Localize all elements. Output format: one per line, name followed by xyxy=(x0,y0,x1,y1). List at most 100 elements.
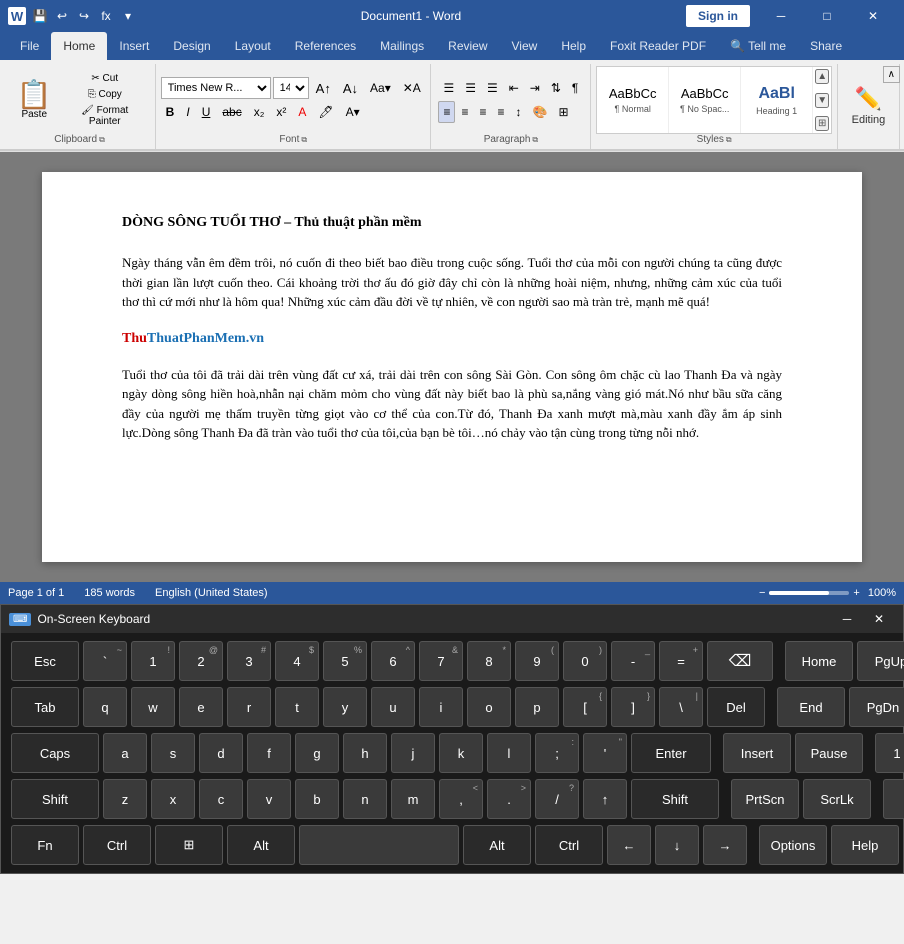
key-a[interactable]: a xyxy=(103,733,147,773)
key-equals[interactable]: += xyxy=(659,641,703,681)
paragraph-dialog-icon[interactable]: ⧉ xyxy=(532,135,538,145)
key-esc[interactable]: Esc xyxy=(11,641,79,681)
key-0[interactable]: )0 xyxy=(563,641,607,681)
signin-button[interactable]: Sign in xyxy=(686,5,750,27)
key-backspace[interactable]: ⌫ xyxy=(707,641,773,681)
key-k[interactable]: k xyxy=(439,733,483,773)
key-8[interactable]: *8 xyxy=(467,641,511,681)
key-b[interactable]: b xyxy=(295,779,339,819)
key-9[interactable]: (9 xyxy=(515,641,559,681)
undo-button[interactable]: ↩ xyxy=(54,8,70,24)
key-pgdn[interactable]: PgDn xyxy=(849,687,904,727)
tab-mailings[interactable]: Mailings xyxy=(368,32,436,60)
strikethrough-button[interactable]: abc xyxy=(217,101,246,123)
key-j[interactable]: j xyxy=(391,733,435,773)
key-q[interactable]: q xyxy=(83,687,127,727)
key-fwdslash[interactable]: ?/ xyxy=(535,779,579,819)
key-pause[interactable]: Pause xyxy=(795,733,863,773)
key-3[interactable]: #3 xyxy=(227,641,271,681)
key-u[interactable]: u xyxy=(371,687,415,727)
key-t[interactable]: t xyxy=(275,687,319,727)
key-p[interactable]: p xyxy=(515,687,559,727)
borders-button[interactable]: ⊞ xyxy=(553,101,573,123)
bold-button[interactable]: B xyxy=(161,101,180,123)
multilevel-list-button[interactable]: ☰ xyxy=(482,77,503,99)
minimize-button[interactable]: ─ xyxy=(758,0,804,32)
formula-button[interactable]: fx xyxy=(98,8,114,24)
key-semicolon[interactable]: :; xyxy=(535,733,579,773)
align-center-button[interactable]: ≡ xyxy=(456,101,473,123)
font-name-select[interactable]: Times New R... xyxy=(161,77,271,99)
collapse-btn[interactable]: ∧ xyxy=(883,66,900,83)
key-enter[interactable]: Enter xyxy=(631,733,711,773)
key-6[interactable]: ^6 xyxy=(371,641,415,681)
key-caps[interactable]: Caps xyxy=(11,733,99,773)
key-4[interactable]: $4 xyxy=(275,641,319,681)
decrease-font-button[interactable]: A↓ xyxy=(338,77,363,99)
increase-font-button[interactable]: A↑ xyxy=(311,77,336,99)
tab-help[interactable]: Help xyxy=(549,32,598,60)
key-r[interactable]: r xyxy=(227,687,271,727)
key-end[interactable]: End xyxy=(777,687,845,727)
key-7[interactable]: &7 xyxy=(419,641,463,681)
maximize-button[interactable]: □ xyxy=(804,0,850,32)
key-fn[interactable]: Fn xyxy=(11,825,79,865)
subscript-button[interactable]: x₂ xyxy=(249,101,270,123)
key-options[interactable]: Options xyxy=(759,825,827,865)
tab-home[interactable]: Home xyxy=(51,32,107,60)
key-backslash[interactable]: |\ xyxy=(659,687,703,727)
key-up[interactable]: ↑ xyxy=(583,779,627,819)
key-2[interactable]: @2 xyxy=(179,641,223,681)
change-case-button[interactable]: Aa▾ xyxy=(365,77,396,99)
customize-button[interactable]: ▾ xyxy=(120,8,136,24)
key-v[interactable]: v xyxy=(247,779,291,819)
tab-share[interactable]: Share xyxy=(798,32,854,60)
tab-design[interactable]: Design xyxy=(161,32,222,60)
key-scrlk[interactable]: ScrLk xyxy=(803,779,871,819)
key-lbracket[interactable]: {[ xyxy=(563,687,607,727)
key-comma[interactable]: <, xyxy=(439,779,483,819)
key-x[interactable]: x xyxy=(151,779,195,819)
format-painter-button[interactable]: 🖌 Format Painter xyxy=(60,103,149,129)
italic-button[interactable]: I xyxy=(181,101,194,123)
key-m[interactable]: m xyxy=(391,779,435,819)
zoom-slider[interactable] xyxy=(769,591,849,595)
align-left-button[interactable]: ≡ xyxy=(438,101,455,123)
key-alt-right[interactable]: Alt xyxy=(463,825,531,865)
key-num0[interactable]: 0 xyxy=(883,779,904,819)
key-minus[interactable]: _- xyxy=(611,641,655,681)
decrease-indent-button[interactable]: ⇤ xyxy=(504,77,524,99)
clear-format-button[interactable]: ✕A xyxy=(398,77,426,99)
font-dialog-icon[interactable]: ⧉ xyxy=(301,135,307,145)
key-tilde[interactable]: ~` xyxy=(83,641,127,681)
key-period[interactable]: >. xyxy=(487,779,531,819)
zoom-control[interactable]: − + 100% xyxy=(759,587,896,599)
key-quote[interactable]: "' xyxy=(583,733,627,773)
key-o[interactable]: o xyxy=(467,687,511,727)
keyboard-close[interactable]: ✕ xyxy=(863,605,895,633)
cut-button[interactable]: ✂ Cut xyxy=(60,71,149,86)
superscript-button[interactable]: x² xyxy=(271,101,291,123)
keyboard-minimize[interactable]: ─ xyxy=(831,605,863,633)
key-s[interactable]: s xyxy=(151,733,195,773)
key-home[interactable]: Home xyxy=(785,641,853,681)
text-color-button[interactable]: A▾ xyxy=(341,101,365,123)
shading-button[interactable]: 🎨 xyxy=(528,101,553,123)
tab-references[interactable]: References xyxy=(283,32,368,60)
key-1[interactable]: !1 xyxy=(131,641,175,681)
tab-insert[interactable]: Insert xyxy=(107,32,161,60)
key-h[interactable]: h xyxy=(343,733,387,773)
key-ctrl-right[interactable]: Ctrl xyxy=(535,825,603,865)
key-alt-left[interactable]: Alt xyxy=(227,825,295,865)
tab-search[interactable]: 🔍 Tell me xyxy=(718,32,798,60)
key-pgup[interactable]: PgUp xyxy=(857,641,904,681)
tab-view[interactable]: View xyxy=(500,32,550,60)
clipboard-dialog-icon[interactable]: ⧉ xyxy=(99,135,105,145)
key-f[interactable]: f xyxy=(247,733,291,773)
tab-file[interactable]: File xyxy=(8,32,51,60)
key-insert[interactable]: Insert xyxy=(723,733,791,773)
key-rbracket[interactable]: }] xyxy=(611,687,655,727)
underline-button[interactable]: U xyxy=(197,101,216,123)
styles-scroll-up[interactable]: ▲ xyxy=(815,69,829,84)
key-tab[interactable]: Tab xyxy=(11,687,79,727)
